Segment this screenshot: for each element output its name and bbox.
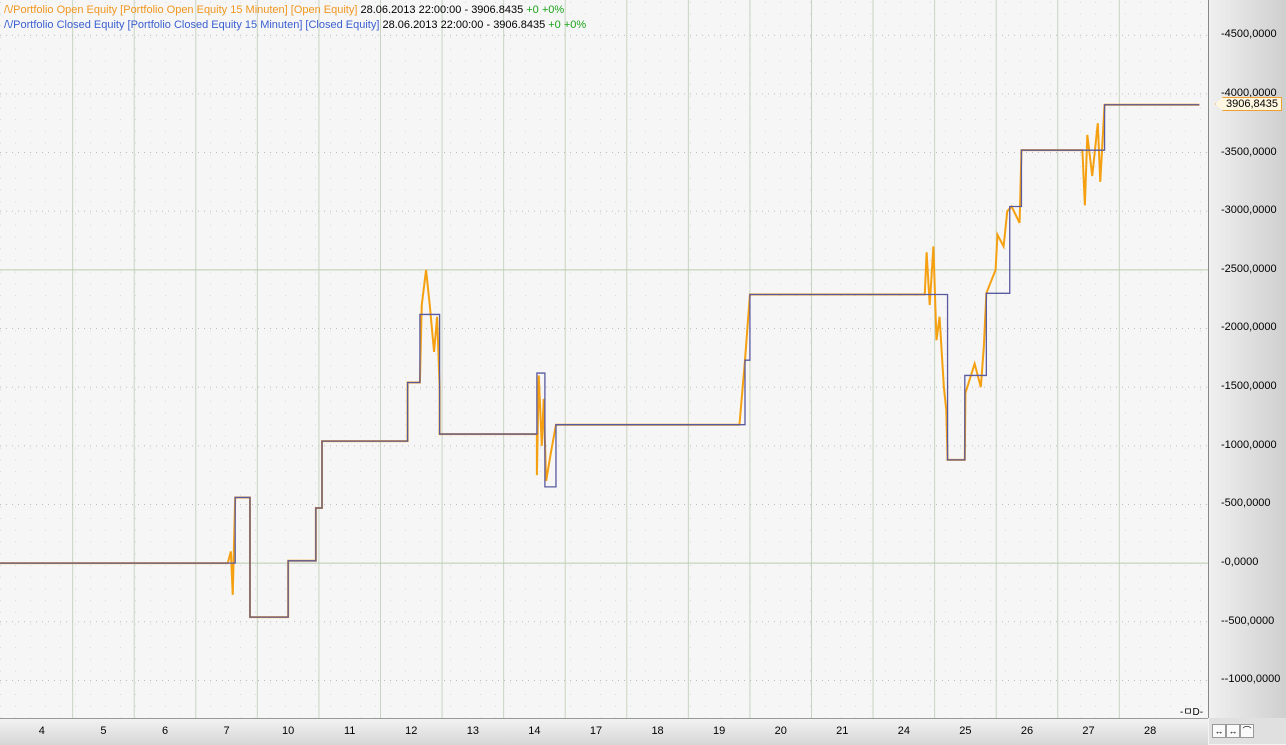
legend-open-name: Portfolio Open Equity [Portfolio Open Eq…	[13, 4, 358, 16]
x-tick-label: 5	[100, 725, 107, 737]
x-tick-label: 18	[651, 725, 664, 737]
last-value-label: 3906,8435	[1215, 97, 1282, 111]
x-tick-label: 10	[282, 725, 295, 737]
y-tick-label: -2500,0000	[1221, 262, 1277, 275]
x-tick-label: 21	[836, 725, 849, 737]
x-tick-label: 4	[38, 725, 45, 737]
x-tick-label: 25	[959, 725, 972, 737]
x-tick-label: 12	[405, 725, 418, 737]
line-chart-icon: /\/	[4, 19, 14, 31]
series-closed-equity	[0, 104, 1200, 618]
x-tick-label: 13	[466, 725, 479, 737]
legend-closed-equity[interactable]: /\/Portfolio Closed Equity [Portfolio Cl…	[4, 19, 586, 31]
chart-style-button[interactable]: ⌒	[1240, 724, 1254, 738]
y-tick-label: -1500,0000	[1221, 380, 1277, 393]
chart-plot-area[interactable]: /\/Portfolio Open Equity [Portfolio Open…	[0, 0, 1209, 719]
legend-closed-value: 28.06.2013 22:00:00 - 3906.8435	[382, 19, 546, 31]
x-tick-label: 27	[1082, 725, 1095, 737]
x-tick-label: 24	[897, 725, 910, 737]
y-tick-label: -4500,0000	[1221, 28, 1277, 41]
x-tick-label: 14	[528, 725, 541, 737]
legend-open-change: +0 +0%	[526, 4, 565, 16]
line-chart-icon: /\/	[4, 4, 14, 16]
x-tick-label: 6	[161, 725, 169, 737]
y-tick-label: --500,0000	[1221, 614, 1275, 627]
y-tick-label: -1000,0000	[1221, 438, 1277, 451]
x-tick-label: 19	[713, 725, 726, 737]
y-tick-label: --1000,0000	[1221, 673, 1281, 686]
y-tick-label: -500,0000	[1221, 497, 1271, 510]
x-tick-label: 17	[589, 725, 603, 737]
chart-svg	[0, 0, 1208, 719]
y-tick-label: -0,0000	[1221, 556, 1259, 569]
legend-closed-change: +0 +0%	[548, 19, 587, 31]
x-tick-label: 11	[343, 725, 356, 737]
zoom-x-button[interactable]: ↔	[1212, 724, 1226, 738]
x-tick-label: 26	[1020, 725, 1034, 737]
scroll-icon[interactable]: -ㅁD-	[1180, 703, 1203, 718]
legend-open-value: 28.06.2013 22:00:00 - 3906.8435	[360, 4, 524, 16]
zoom-fit-button[interactable]: ↔	[1226, 724, 1240, 738]
x-tick-label: 7	[223, 725, 230, 737]
legend-open-equity[interactable]: /\/Portfolio Open Equity [Portfolio Open…	[4, 4, 564, 16]
y-tick-label: -2000,0000	[1221, 321, 1277, 334]
x-tick-label: 28	[1143, 725, 1157, 737]
axis-controls: ↔ ↔ ⌒	[1209, 718, 1286, 744]
y-tick-label: -3000,0000	[1221, 204, 1277, 217]
series-open-equity	[0, 103, 1200, 619]
y-tick-label: -3500,0000	[1221, 145, 1277, 158]
legend-closed-name: Portfolio Closed Equity [Portfolio Close…	[13, 19, 380, 31]
x-axis[interactable]: 4 5 6 7 10 11 12 13 14 17 18 19 20 21 24 25 26 27 28	[0, 718, 1208, 745]
x-tick-label: 20	[774, 725, 787, 737]
